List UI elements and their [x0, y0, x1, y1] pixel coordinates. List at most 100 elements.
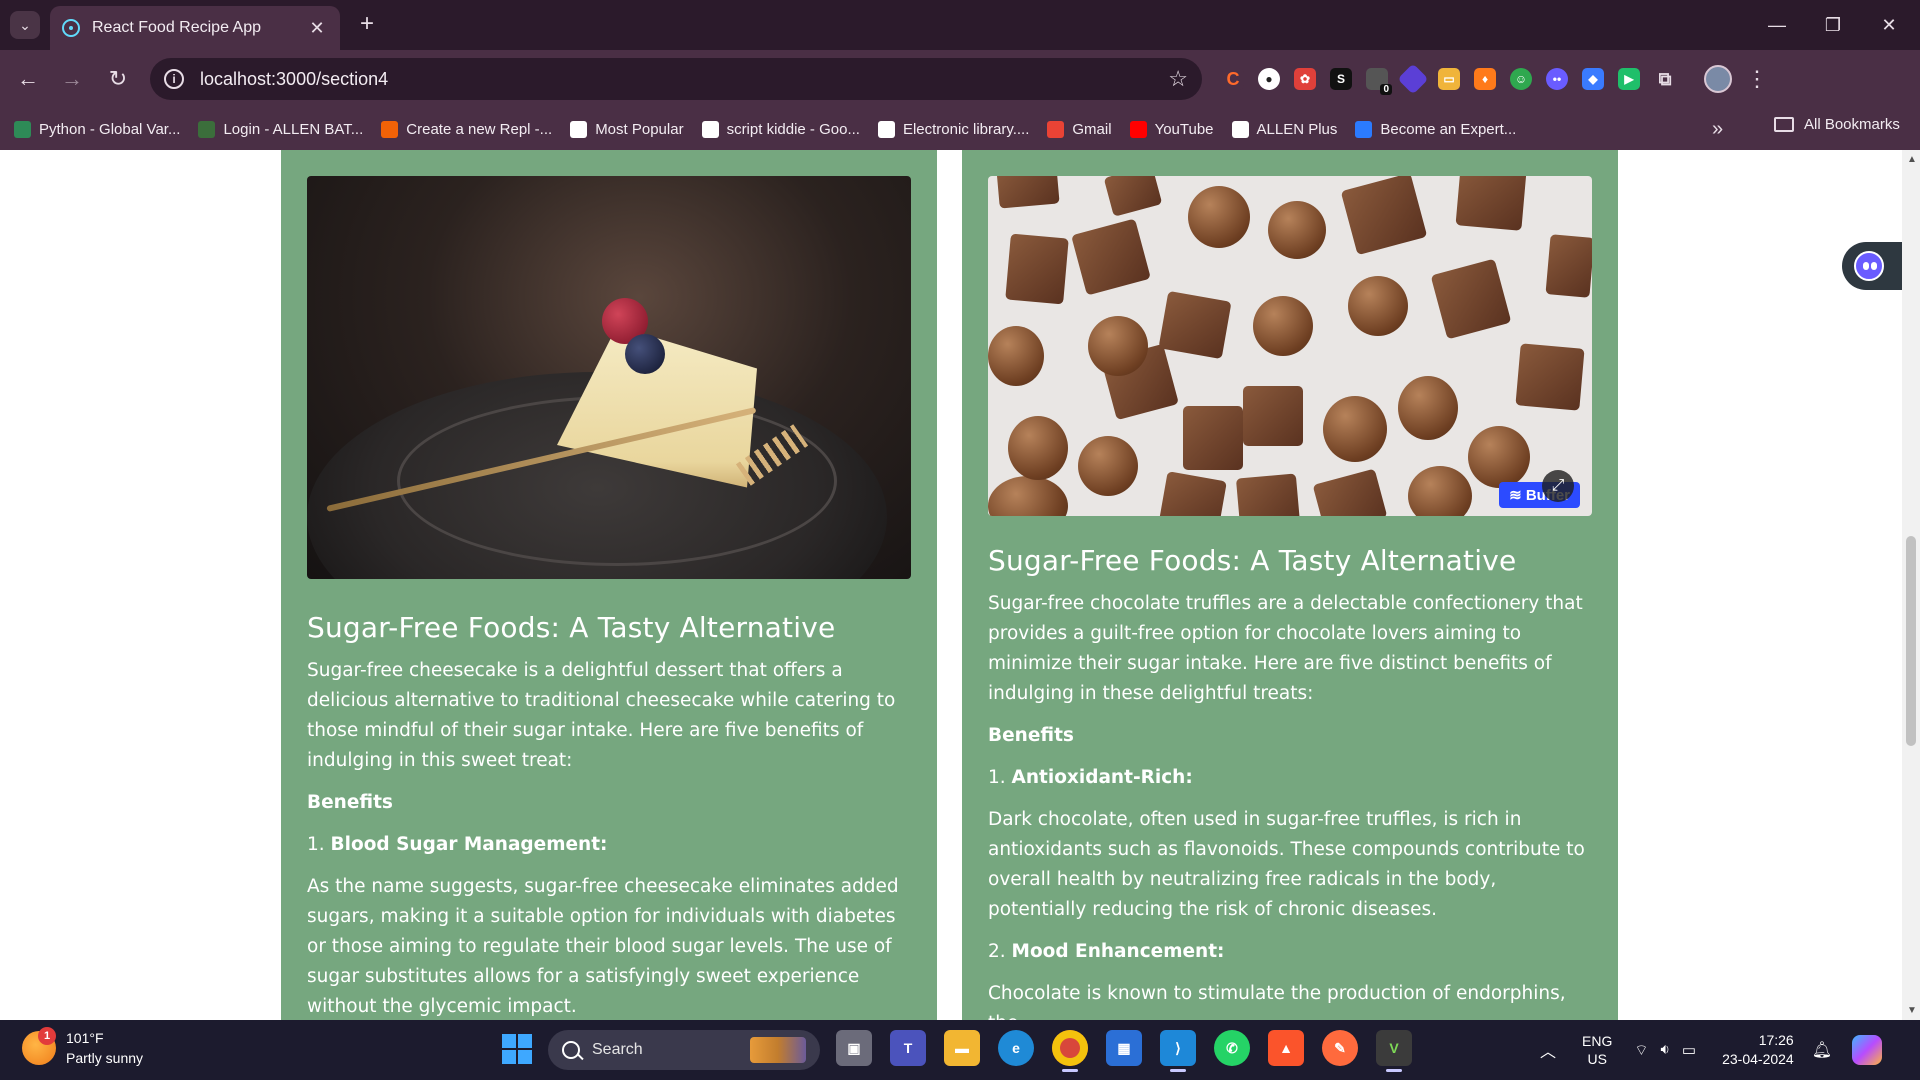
benefit-number: 2. — [988, 941, 1006, 962]
bookmark-item[interactable]: Login - ALLEN BAT... — [198, 120, 363, 138]
y-icon — [877, 120, 895, 138]
page-scrollbar[interactable]: ▲ ▼ — [1902, 150, 1920, 1020]
bookmark-item[interactable]: Python - Global Var... — [14, 120, 181, 138]
wifi-icon[interactable]: ⌔ — [1634, 1041, 1648, 1060]
start-windows-icon[interactable] — [502, 1034, 532, 1064]
ext-flame-icon[interactable]: ♦ — [1474, 68, 1496, 90]
address-bar[interactable]: i localhost:3000/section4 ☆ — [150, 58, 1202, 100]
bookmark-item[interactable]: Most Popular — [570, 120, 684, 138]
close-tab-icon[interactable]: ✕ — [306, 18, 328, 39]
bookmark-label: Electronic library.... — [902, 120, 1030, 138]
language-indicator[interactable]: ENG US — [1582, 1032, 1612, 1068]
benefit-number: 1. — [307, 834, 325, 855]
edge-icon[interactable]: e — [998, 1030, 1034, 1066]
more-bookmarks-icon[interactable]: » — [1712, 118, 1723, 141]
bookmark-star-icon[interactable]: ☆ — [1168, 66, 1188, 92]
ext-c-icon[interactable]: C — [1222, 68, 1244, 90]
expert-icon — [1355, 120, 1373, 138]
browser-menu-icon[interactable]: ⋮ — [1746, 66, 1768, 92]
ext-window-icon[interactable]: ▭ — [1438, 68, 1460, 90]
vite-icon[interactable]: V — [1376, 1030, 1412, 1072]
vscode-icon[interactable]: ⟩ — [1160, 1030, 1196, 1072]
search-label: Search — [592, 1041, 643, 1058]
chrome-icon[interactable] — [1052, 1030, 1088, 1072]
truffle-piece — [1268, 201, 1326, 259]
tab-search-button[interactable]: ⌄ — [10, 11, 40, 39]
truffle-piece — [1008, 416, 1068, 480]
whatsapp-icon[interactable]: ✆ — [1214, 1030, 1250, 1066]
bookmark-item[interactable]: Create a new Repl -... — [381, 120, 553, 138]
brave-icon[interactable]: ▲ — [1268, 1030, 1304, 1066]
truffles-image: ≋ Buffer ⤢ — [988, 176, 1592, 516]
volume-icon[interactable]: 🔉︎ — [1660, 1041, 1669, 1060]
chocolate-piece — [1515, 343, 1585, 411]
chocolate-piece — [1005, 233, 1069, 305]
cheesecake-image — [307, 176, 911, 579]
w-icon — [14, 120, 31, 138]
scroll-down-arrow-icon[interactable]: ▼ — [1907, 1005, 1917, 1016]
bookmark-item[interactable]: script kiddie - Goo... — [701, 120, 860, 138]
reload-button[interactable]: ↻ — [102, 63, 134, 95]
ext-puzzle-red-icon[interactable]: ✿ — [1294, 68, 1316, 90]
bookmark-item[interactable]: Electronic library.... — [877, 120, 1030, 138]
url-text[interactable]: localhost:3000/section4 — [200, 69, 1168, 90]
ext-diamond-icon[interactable] — [1397, 63, 1429, 95]
bookmark-label: Become an Expert... — [1380, 120, 1517, 138]
bookmark-item[interactable]: Become an Expert... — [1355, 120, 1517, 138]
benefit-name: Antioxidant-Rich: — [1011, 767, 1193, 788]
show-hidden-icons-icon[interactable]: ︿ — [1540, 1038, 1556, 1062]
close-window-button[interactable]: ✕ — [1866, 8, 1912, 42]
all-bookmarks[interactable]: All Bookmarks — [1774, 116, 1900, 133]
notification-bell-icon[interactable]: 🔔︎ — [1812, 1040, 1832, 1060]
taskbar-search[interactable]: Search — [548, 1030, 820, 1070]
profile-avatar[interactable] — [1704, 65, 1732, 93]
assistant-widget-button[interactable] — [1842, 242, 1902, 290]
teams-icon[interactable]: T — [890, 1030, 926, 1066]
card-title: Sugar-Free Foods: A Tasty Alternative — [307, 611, 836, 644]
new-tab-button[interactable]: + — [352, 10, 382, 40]
ext-ghost-icon[interactable]: •• — [1546, 68, 1568, 90]
scroll-thumb[interactable] — [1906, 536, 1916, 746]
bookmark-label: Most Popular — [595, 120, 684, 138]
expand-image-icon[interactable]: ⤢ — [1542, 470, 1574, 502]
search-icon — [562, 1041, 580, 1059]
task-view-icon[interactable]: ▣ — [836, 1030, 872, 1066]
copilot-icon[interactable] — [1852, 1035, 1883, 1065]
restore-button[interactable]: ❐ — [1810, 8, 1856, 42]
folder-icon — [1774, 117, 1794, 132]
all-bookmarks-label: All Bookmarks — [1804, 116, 1900, 133]
clock[interactable]: 17:26 23-04-2024 — [1722, 1031, 1794, 1069]
bookmark-label: script kiddie - Goo... — [726, 120, 860, 138]
chocolate-piece — [1103, 176, 1163, 217]
file-explorer-icon[interactable]: ▬ — [944, 1030, 980, 1066]
recipe-card-cheesecake: Sugar-Free Foods: A Tasty Alternative Su… — [281, 150, 937, 1020]
minimize-button[interactable]: — — [1754, 8, 1800, 42]
bookmark-label: Python - Global Var... — [39, 120, 181, 138]
postman-icon[interactable]: ✎ — [1322, 1030, 1358, 1066]
truffle-piece — [1398, 376, 1458, 440]
youtube-icon — [1129, 120, 1147, 138]
bookmark-label: Create a new Repl -... — [406, 120, 553, 138]
active-tab[interactable]: React Food Recipe App ✕ — [50, 6, 340, 50]
weather-widget[interactable]: 1 101°F Partly sunny — [22, 1027, 143, 1068]
chocolate-piece — [1071, 218, 1151, 296]
battery-icon[interactable]: ▭ — [1682, 1041, 1696, 1060]
bookmark-item[interactable]: ALLEN Plus — [1231, 120, 1337, 138]
ext-drop-icon[interactable]: ◆ — [1582, 68, 1604, 90]
allen-icon — [198, 120, 216, 138]
site-info-icon[interactable]: i — [164, 69, 184, 89]
ext-play-icon[interactable]: ▶ — [1618, 68, 1640, 90]
ext-green-icon[interactable]: ☺ — [1510, 68, 1532, 90]
ext-badge-icon[interactable]: 0 — [1366, 68, 1392, 95]
scroll-up-arrow-icon[interactable]: ▲ — [1907, 154, 1917, 165]
bookmark-item[interactable]: Gmail — [1047, 120, 1112, 138]
bookmark-item[interactable]: YouTube — [1129, 120, 1214, 138]
ext-s-icon[interactable]: S — [1330, 68, 1352, 90]
ext-circle-icon[interactable]: ● — [1258, 68, 1280, 90]
extensions-puzzle-icon[interactable]: ⧉ — [1654, 68, 1676, 90]
bookmark-label: YouTube — [1154, 120, 1214, 138]
back-button[interactable]: ← — [12, 63, 44, 95]
microsoft-store-icon[interactable]: ▦ — [1106, 1030, 1142, 1066]
forward-button[interactable]: → — [56, 63, 88, 95]
chocolate-piece — [1455, 176, 1527, 231]
